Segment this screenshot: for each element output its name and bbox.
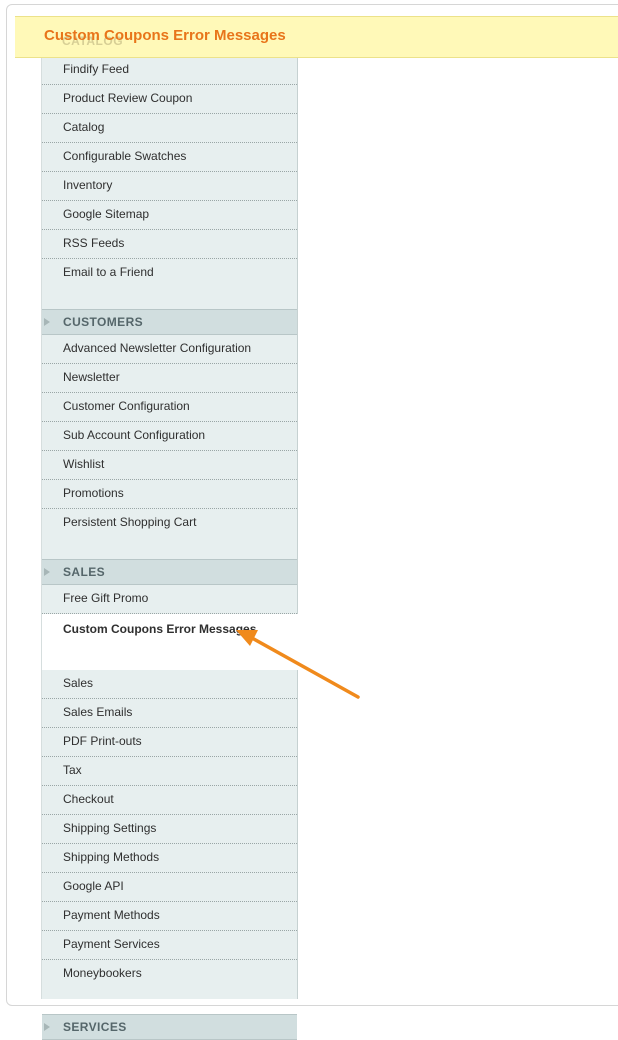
sidebar-item-email-to-a-friend[interactable]: Email to a Friend (42, 259, 297, 287)
sidebar-item-tax[interactable]: Tax (42, 757, 297, 786)
sidebar-item-promotions[interactable]: Promotions (42, 480, 297, 509)
section-customers[interactable]: CUSTOMERS (42, 309, 297, 335)
sidebar-item-configurable-swatches[interactable]: Configurable Swatches (42, 143, 297, 172)
sidebar-item-product-review-coupon[interactable]: Product Review Coupon (42, 85, 297, 114)
sidebar-item-findify-feed[interactable]: Findify Feed (42, 56, 297, 85)
sidebar-item-sales[interactable]: Sales (42, 670, 297, 699)
section-services[interactable]: SERVICES (42, 1014, 297, 1040)
page-title-banner: CATALOG Custom Coupons Error Messages (15, 16, 618, 58)
sidebar-item-custom-coupons-error-messages[interactable]: Custom Coupons Error Messages (42, 614, 298, 670)
expand-triangle-icon (44, 1023, 50, 1031)
sidebar-item-payment-services[interactable]: Payment Services (42, 931, 297, 960)
section-services-title: SERVICES (63, 1020, 127, 1034)
sidebar-item-free-gift-promo[interactable]: Free Gift Promo (42, 585, 297, 614)
sidebar-item-newsletter[interactable]: Newsletter (42, 364, 297, 393)
sidebar-item-persistent-shopping-cart[interactable]: Persistent Shopping Cart (42, 509, 297, 537)
expand-triangle-icon (44, 568, 50, 576)
customers-group: Advanced Newsletter Configuration Newsle… (42, 335, 297, 559)
sales-group: Free Gift Promo Custom Coupons Error Mes… (42, 585, 298, 1014)
sidebar-item-pdf-print-outs[interactable]: PDF Print-outs (42, 728, 297, 757)
sidebar-item-shipping-methods[interactable]: Shipping Methods (42, 844, 297, 873)
catalog-group: Findify Feed Product Review Coupon Catal… (42, 56, 297, 309)
sidebar-item-inventory[interactable]: Inventory (42, 172, 297, 201)
config-sidebar: Findify Feed Product Review Coupon Catal… (41, 56, 298, 1040)
sidebar-item-checkout[interactable]: Checkout (42, 786, 297, 815)
sidebar-item-customer-configuration[interactable]: Customer Configuration (42, 393, 297, 422)
expand-triangle-icon (44, 318, 50, 326)
sidebar-item-moneybookers[interactable]: Moneybookers (42, 960, 297, 988)
sidebar-item-catalog[interactable]: Catalog (42, 114, 297, 143)
section-sales-title: SALES (63, 565, 106, 579)
sidebar-item-google-sitemap[interactable]: Google Sitemap (42, 201, 297, 230)
sidebar-item-wishlist[interactable]: Wishlist (42, 451, 297, 480)
sidebar-item-google-api[interactable]: Google API (42, 873, 297, 902)
sidebar-item-shipping-settings[interactable]: Shipping Settings (42, 815, 297, 844)
sidebar-item-sales-emails[interactable]: Sales Emails (42, 699, 297, 728)
page-title: Custom Coupons Error Messages (44, 27, 286, 44)
sidebar-item-rss-feeds[interactable]: RSS Feeds (42, 230, 297, 259)
sidebar-item-sub-account-configuration[interactable]: Sub Account Configuration (42, 422, 297, 451)
section-customers-title: CUSTOMERS (63, 315, 144, 329)
sidebar-item-payment-methods[interactable]: Payment Methods (42, 902, 297, 931)
sidebar-item-advanced-newsletter-configuration[interactable]: Advanced Newsletter Configuration (42, 335, 297, 364)
section-sales[interactable]: SALES (42, 559, 297, 585)
